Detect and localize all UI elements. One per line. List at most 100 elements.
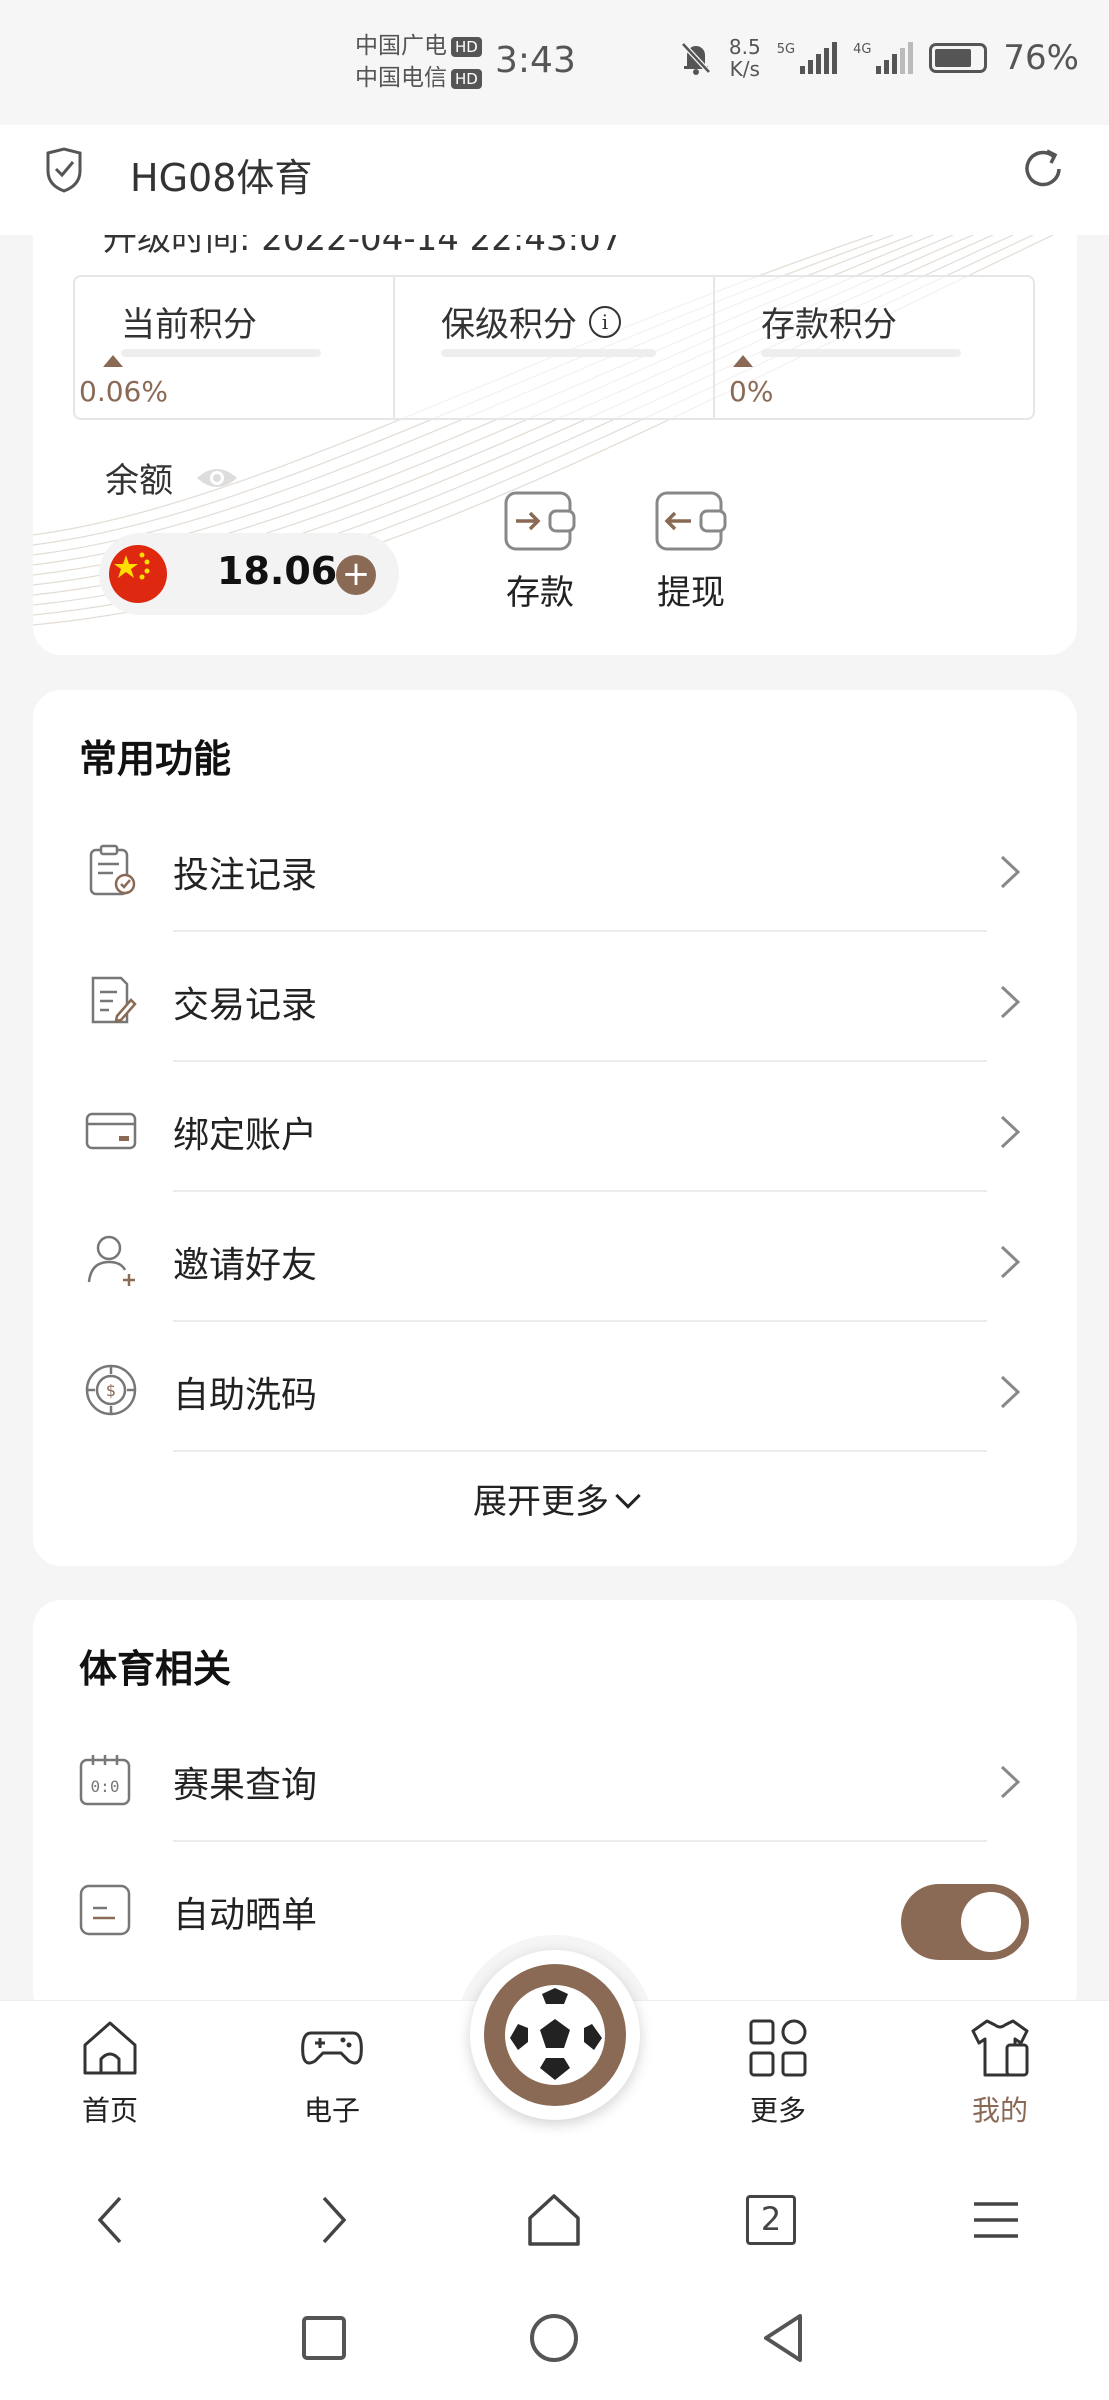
menu-item-label: 邀请好友 [173,1245,318,1286]
mute-bell-icon [681,42,711,75]
document-edit-icon [91,976,137,1024]
gamepad-icon [301,2031,363,2065]
balance-label-row: 余额 [105,453,239,502]
home-icon [83,2021,137,2075]
tab-label: 我的 [971,2094,1028,2127]
back-triangle-icon[interactable] [756,2310,812,2366]
add-funds-button[interactable]: + [336,555,376,595]
deposit-score-label: 存款积分 [761,305,897,345]
chevron-right-icon [1000,1115,1021,1149]
balance-label: 余额 [105,461,173,501]
score-box: 当前积分 0.06% 保级积分 i 存款积分 0% [73,275,1035,420]
china-flag-icon [109,545,167,603]
net-speed-unit: K/s [729,57,760,81]
refresh-icon[interactable] [1019,145,1067,193]
soccer-ball-icon [484,1964,626,2106]
chevron-right-icon [1000,1765,1021,1799]
chevron-right-icon [1000,985,1021,1019]
withdraw-button[interactable]: 提现 [636,485,746,614]
wallet-in-icon [504,491,576,551]
chevron-down-icon [615,1483,641,1509]
current-score-percent: 0.06% [79,375,168,408]
deposit-score-percent: 0% [729,375,774,408]
menu-icon[interactable] [966,2190,1026,2250]
hd-badge: HD [451,36,482,57]
tab-electronic[interactable]: 电子 [262,2015,402,2129]
status-time: 3:43 [495,40,576,81]
menu-item-self-rebate[interactable]: $ 自助洗码 [33,1322,1077,1452]
browser-toolbar: 2 [0,2160,1109,2275]
clipboard-check-icon [89,844,136,896]
recents-square-icon[interactable] [296,2310,352,2366]
chevron-right-icon [1000,1375,1021,1409]
home-circle-icon[interactable] [526,2310,582,2366]
tab-home[interactable]: 首页 [40,2015,180,2129]
tab-label: 电子 [303,2094,360,2127]
current-score: 当前积分 0.06% [75,277,395,418]
tab-more[interactable]: 更多 [708,2015,848,2129]
svg-text:0:0: 0:0 [91,1777,120,1796]
keep-score-track [441,349,656,357]
divider [173,1450,987,1452]
card-icon [85,1112,137,1150]
chip-coin-icon: $ [85,1364,137,1416]
menu-item-bet-records[interactable]: 投注记录 [33,802,1077,932]
current-score-track [121,349,321,357]
home-page-icon[interactable] [524,2190,584,2250]
center-sports-button[interactable] [470,1950,640,2120]
deposit-label: 存款 [506,573,574,613]
withdraw-label: 提现 [657,573,725,613]
menu-item-invite-friends[interactable]: 邀请好友 [33,1192,1077,1322]
account-summary-card: 升级时间: 2022-04-14 22:43:07 当前积分 0.06% 保级积… [33,235,1077,655]
auto-share-toggle[interactable] [901,1884,1029,1960]
wallet-out-icon [655,491,727,551]
deposit-button[interactable]: 存款 [485,485,595,614]
menu-item-label: 投注记录 [173,855,318,896]
keep-score-label-wrap: 保级积分 i [441,297,621,346]
info-icon[interactable]: i [589,305,621,338]
menu-item-transaction-records[interactable]: 交易记录 [33,932,1077,1062]
current-score-label: 当前积分 [121,305,257,345]
carrier-2: 中国电信 [355,65,447,91]
grid-icon [749,2019,807,2077]
eye-icon[interactable] [195,464,239,492]
app-bar: HG08体育 [0,125,1109,235]
hd-badge: HD [451,68,482,89]
status-icons: 8.5 K/s 5G 4G 76% [679,36,1079,80]
keep-score-label: 保级积分 [441,305,577,345]
menu-item-label: 绑定账户 [173,1115,318,1156]
menu-item-bind-account[interactable]: 绑定账户 [33,1062,1077,1192]
chevron-right-icon [1000,1245,1021,1279]
jersey-icon [971,2019,1029,2077]
carrier-info: 中国广电 HD 中国电信 HD [355,30,482,94]
share-list-icon [79,1884,131,1936]
sports-title: 体育相关 [79,1647,232,1691]
deposit-score: 存款积分 0% [715,277,1033,418]
svg-text:$: $ [106,1381,116,1400]
tab-label: 首页 [81,2094,138,2127]
status-bar: 中国广电 HD 中国电信 HD 3:43 8.5 K/s 5G 4G 76% [0,0,1109,125]
tab-mine[interactable]: 我的 [930,2015,1070,2129]
menu-item-label: 自动晒单 [173,1895,318,1936]
deposit-score-track [761,349,961,357]
tabs-count-button[interactable]: 2 [746,2195,796,2245]
signal-label: 5G [776,42,796,57]
menu-item-label: 自助洗码 [173,1375,318,1416]
menu-item-label: 交易记录 [173,985,318,1026]
signal-4g-icon: 4G [853,42,914,74]
menu-item-label: 赛果查询 [173,1765,318,1806]
app-title: HG08体育 [130,156,313,200]
net-speed-value: 8.5 [728,35,761,59]
expand-more-button[interactable]: 展开更多 [33,1474,1077,1523]
shield-check-icon[interactable] [44,147,84,193]
expand-more-label: 展开更多 [473,1482,609,1522]
back-icon[interactable] [82,2190,142,2250]
menu-item-results-query[interactable]: 0:0 赛果查询 [33,1712,1077,1842]
balance-pill: 18.06 + [99,533,399,615]
carrier-1: 中国广电 [355,33,447,59]
forward-icon[interactable] [302,2190,362,2250]
balance-value: 18.06 [217,549,338,593]
add-user-icon [87,1235,135,1286]
system-nav-bar [0,2275,1109,2400]
battery-percent: 76% [1003,38,1079,78]
